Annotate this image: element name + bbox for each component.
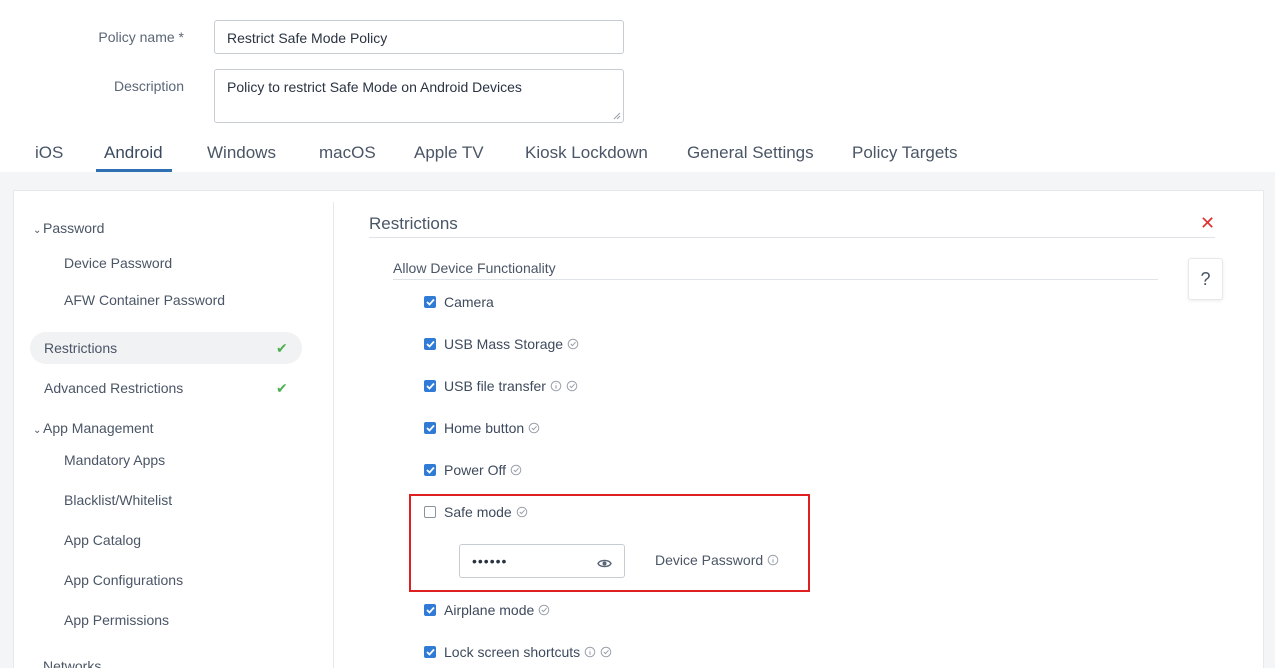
- password-masked-value: ••••••: [472, 553, 508, 569]
- verified-badge-icon: [566, 380, 578, 392]
- sidebar-group-password[interactable]: ⌄ Password: [33, 220, 104, 236]
- sidebar-group-networks[interactable]: ⌄Networks: [33, 658, 101, 668]
- option-power-off: Power Off: [424, 460, 522, 480]
- info-icon[interactable]: [767, 554, 779, 566]
- sidebar-item-advanced-restrictions[interactable]: Advanced Restrictions: [44, 380, 183, 396]
- usb-file-transfer-checkbox[interactable]: [424, 380, 436, 392]
- policy-name-input[interactable]: Restrict Safe Mode Policy: [214, 20, 624, 54]
- sidebar-item-app-permissions[interactable]: App Permissions: [64, 612, 169, 628]
- camera-checkbox[interactable]: [424, 296, 436, 308]
- info-icon[interactable]: [584, 646, 596, 658]
- option-label: Airplane mode: [444, 602, 535, 618]
- option-usb-mass-storage: USB Mass Storage: [424, 334, 579, 354]
- sidebar-group-label: App Management: [43, 420, 154, 436]
- option-camera: Camera: [424, 292, 494, 312]
- option-label: Camera: [444, 294, 494, 310]
- verified-badge-icon: [528, 422, 540, 434]
- sidebar-item-mandatory-apps[interactable]: Mandatory Apps: [64, 452, 165, 468]
- tab-general-settings[interactable]: General Settings: [687, 136, 814, 172]
- subsection-title: Allow Device Functionality: [393, 260, 556, 276]
- device-password-input[interactable]: ••••••: [459, 544, 625, 578]
- verified-badge-icon: [538, 604, 550, 616]
- device-password-field-label: Device Password: [655, 552, 779, 568]
- home-button-checkbox[interactable]: [424, 422, 436, 434]
- description-label: Description: [113, 78, 184, 94]
- sidebar-item-device-password[interactable]: Device Password: [64, 255, 172, 271]
- divider: [369, 237, 1215, 238]
- checkmark-icon: ✔: [276, 340, 288, 356]
- tab-windows[interactable]: Windows: [207, 136, 276, 172]
- section-title: Restrictions: [369, 214, 458, 233]
- divider: [393, 279, 1158, 280]
- option-label: USB Mass Storage: [444, 336, 564, 352]
- resize-handle-icon[interactable]: [613, 112, 621, 120]
- option-airplane-mode: Airplane mode: [424, 600, 550, 620]
- password-label-text: Device Password: [655, 552, 764, 568]
- option-home-button: Home button: [424, 418, 540, 438]
- tab-android[interactable]: Android: [104, 136, 163, 172]
- description-textarea[interactable]: Policy to restrict Safe Mode on Android …: [214, 69, 624, 123]
- option-label: Safe mode: [444, 504, 512, 520]
- description-text: Policy to restrict Safe Mode on Android …: [227, 79, 522, 95]
- sidebar-item-afw-container-password[interactable]: AFW Container Password: [64, 292, 225, 308]
- settings-panel: [13, 190, 1264, 668]
- usb-mass-storage-checkbox[interactable]: [424, 338, 436, 350]
- platform-tabs: iOS Android Windows macOS Apple TV Kiosk…: [0, 136, 1275, 172]
- checkmark-icon: ✔: [276, 380, 288, 396]
- sidebar-divider: [333, 202, 334, 668]
- close-icon[interactable]: ✕: [1200, 213, 1215, 234]
- option-label: Lock screen shortcuts: [444, 644, 581, 660]
- sidebar-item-app-catalog[interactable]: App Catalog: [64, 532, 141, 548]
- sidebar-item-restrictions[interactable]: Restrictions: [44, 340, 117, 356]
- chevron-down-icon: ⌄: [33, 425, 42, 436]
- option-label: USB file transfer: [444, 378, 546, 394]
- option-lock-screen-shortcuts: Lock screen shortcuts: [424, 642, 612, 662]
- eye-icon[interactable]: [597, 556, 612, 574]
- tab-ios[interactable]: iOS: [35, 136, 63, 172]
- policy-name-label: Policy name *: [98, 29, 184, 45]
- chevron-down-icon: ⌄: [33, 225, 42, 236]
- tab-macos[interactable]: macOS: [319, 136, 376, 172]
- option-label: Power Off: [444, 462, 506, 478]
- safe-mode-checkbox[interactable]: [424, 506, 436, 518]
- sidebar-item-app-configurations[interactable]: App Configurations: [64, 572, 183, 588]
- lock-screen-shortcuts-checkbox[interactable]: [424, 646, 436, 658]
- tab-apple-tv[interactable]: Apple TV: [414, 136, 484, 172]
- sidebar-group-app-management[interactable]: ⌄ App Management: [33, 420, 154, 436]
- option-usb-file-transfer: USB file transfer: [424, 376, 578, 396]
- sidebar-group-label: Networks: [43, 658, 102, 668]
- help-button[interactable]: ?: [1188, 258, 1223, 300]
- chevron-down-icon: ⌄: [33, 663, 43, 668]
- info-icon[interactable]: [550, 380, 562, 392]
- verified-badge-icon: [567, 338, 579, 350]
- option-safe-mode: Safe mode: [424, 502, 528, 522]
- option-label: Home button: [444, 420, 525, 436]
- tab-kiosk-lockdown[interactable]: Kiosk Lockdown: [525, 136, 648, 172]
- tab-policy-targets[interactable]: Policy Targets: [852, 136, 958, 172]
- airplane-mode-checkbox[interactable]: [424, 604, 436, 616]
- verified-badge-icon: [600, 646, 612, 658]
- sidebar-group-label: Password: [43, 220, 105, 236]
- verified-badge-icon: [510, 464, 522, 476]
- verified-badge-icon: [516, 506, 528, 518]
- power-off-checkbox[interactable]: [424, 464, 436, 476]
- sidebar-item-blacklist-whitelist[interactable]: Blacklist/Whitelist: [64, 492, 172, 508]
